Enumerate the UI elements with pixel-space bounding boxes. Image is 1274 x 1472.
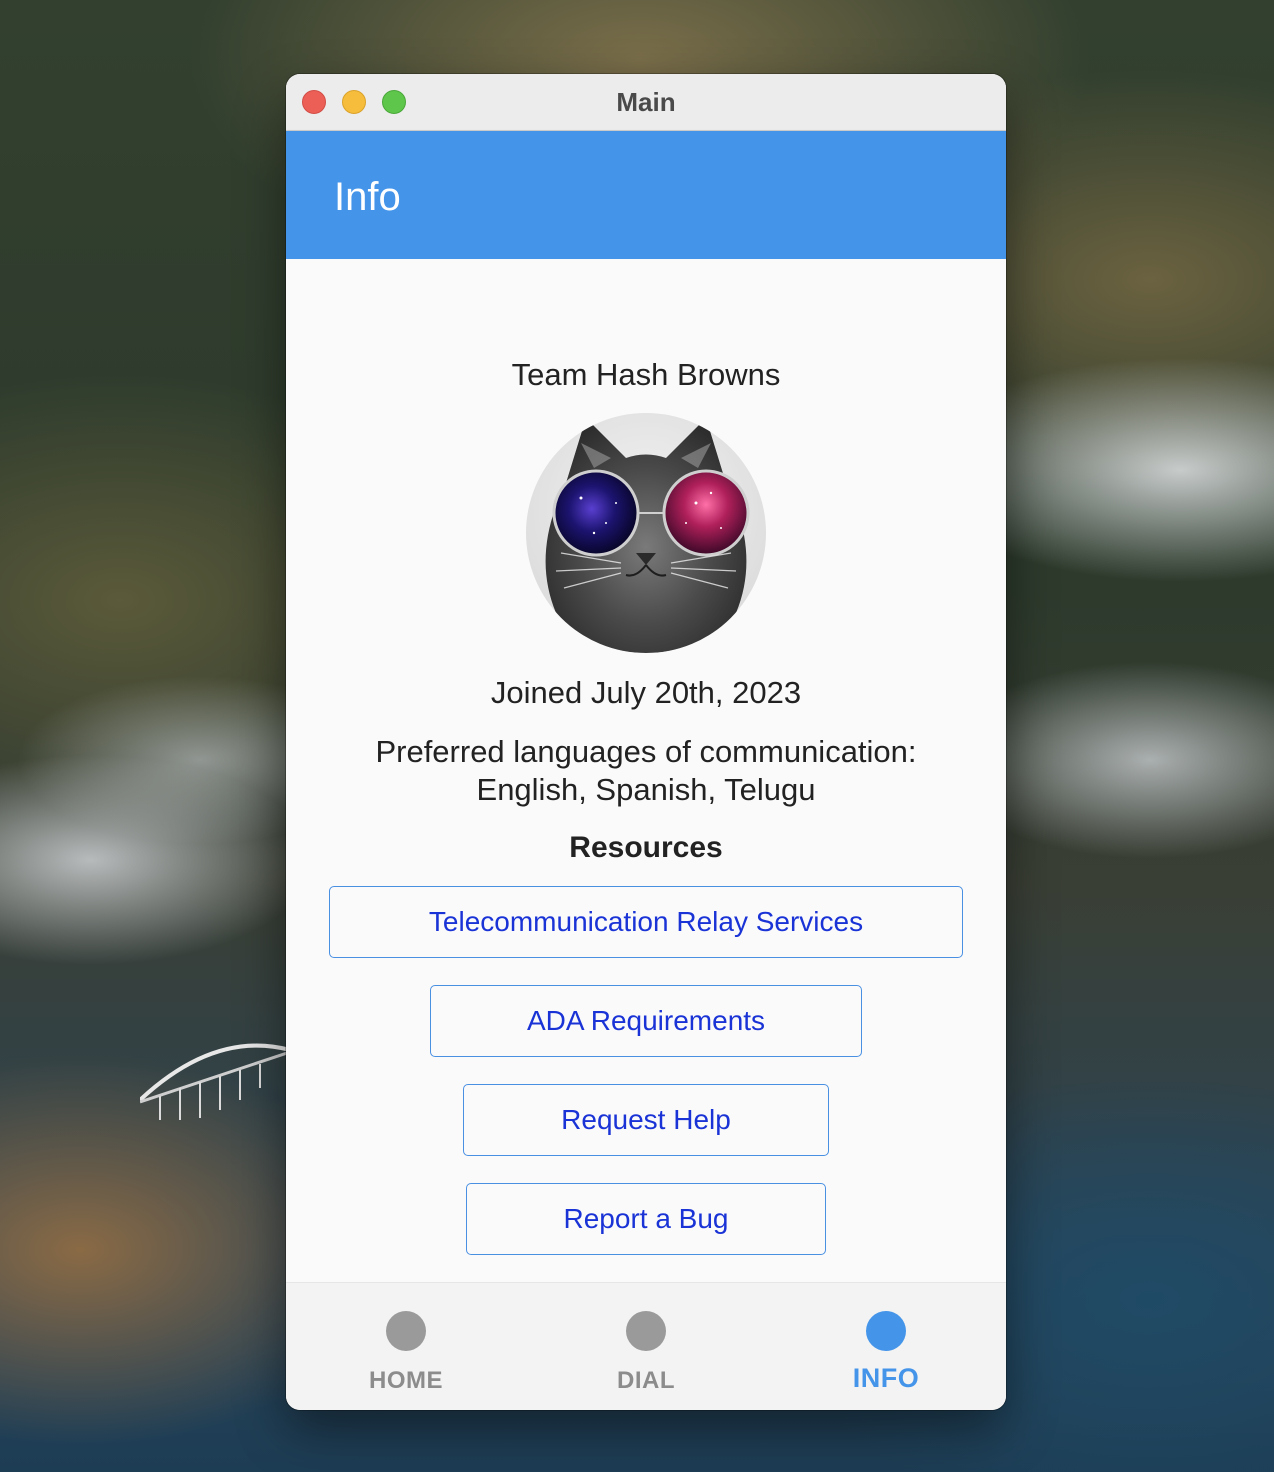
bottom-navigation: HOME DIAL INFO <box>286 1282 1006 1410</box>
report-bug-button[interactable]: Report a Bug <box>466 1183 826 1255</box>
page-title: Info <box>334 175 401 219</box>
resources-heading: Resources <box>569 831 723 864</box>
nav-item-info[interactable]: INFO <box>766 1283 1006 1410</box>
preferred-languages: Preferred languages of communication: En… <box>286 733 1006 809</box>
info-icon <box>866 1311 906 1351</box>
avatar <box>526 413 766 653</box>
bridge-landscape <box>140 1043 290 1120</box>
nav-label-info: INFO <box>852 1363 920 1393</box>
home-icon <box>386 1311 426 1351</box>
nav-item-dial[interactable]: DIAL <box>526 1283 766 1410</box>
telecommunication-relay-services-button[interactable]: Telecommunication Relay Services <box>329 886 963 958</box>
window-title: Main <box>616 87 676 117</box>
request-help-button[interactable]: Request Help <box>463 1084 829 1156</box>
nav-item-home[interactable]: HOME <box>286 1283 526 1410</box>
joined-date: Joined July 20th, 2023 <box>490 675 802 710</box>
app-bar: Info <box>286 131 1006 259</box>
window-titlebar[interactable]: Main <box>286 74 1006 131</box>
languages-list: English, Spanish, Telugu <box>476 772 816 807</box>
team-name: Team Hash Browns <box>511 357 781 392</box>
cat-with-galaxy-glasses-image <box>526 413 766 653</box>
ada-requirements-button[interactable]: ADA Requirements <box>430 985 862 1057</box>
dial-icon <box>626 1311 666 1351</box>
info-content[interactable]: Team Hash Browns Joined July 20th, 2023 … <box>286 259 1006 1281</box>
desktop-wallpaper: Main Info Team Hash Browns Joined July 2… <box>0 0 1274 1472</box>
nav-label-dial: DIAL <box>617 1367 675 1394</box>
nav-label-home: HOME <box>369 1367 443 1394</box>
app-window: Main Info Team Hash Browns Joined July 2… <box>286 74 1006 1410</box>
languages-label: Preferred languages of communication: <box>375 734 917 769</box>
